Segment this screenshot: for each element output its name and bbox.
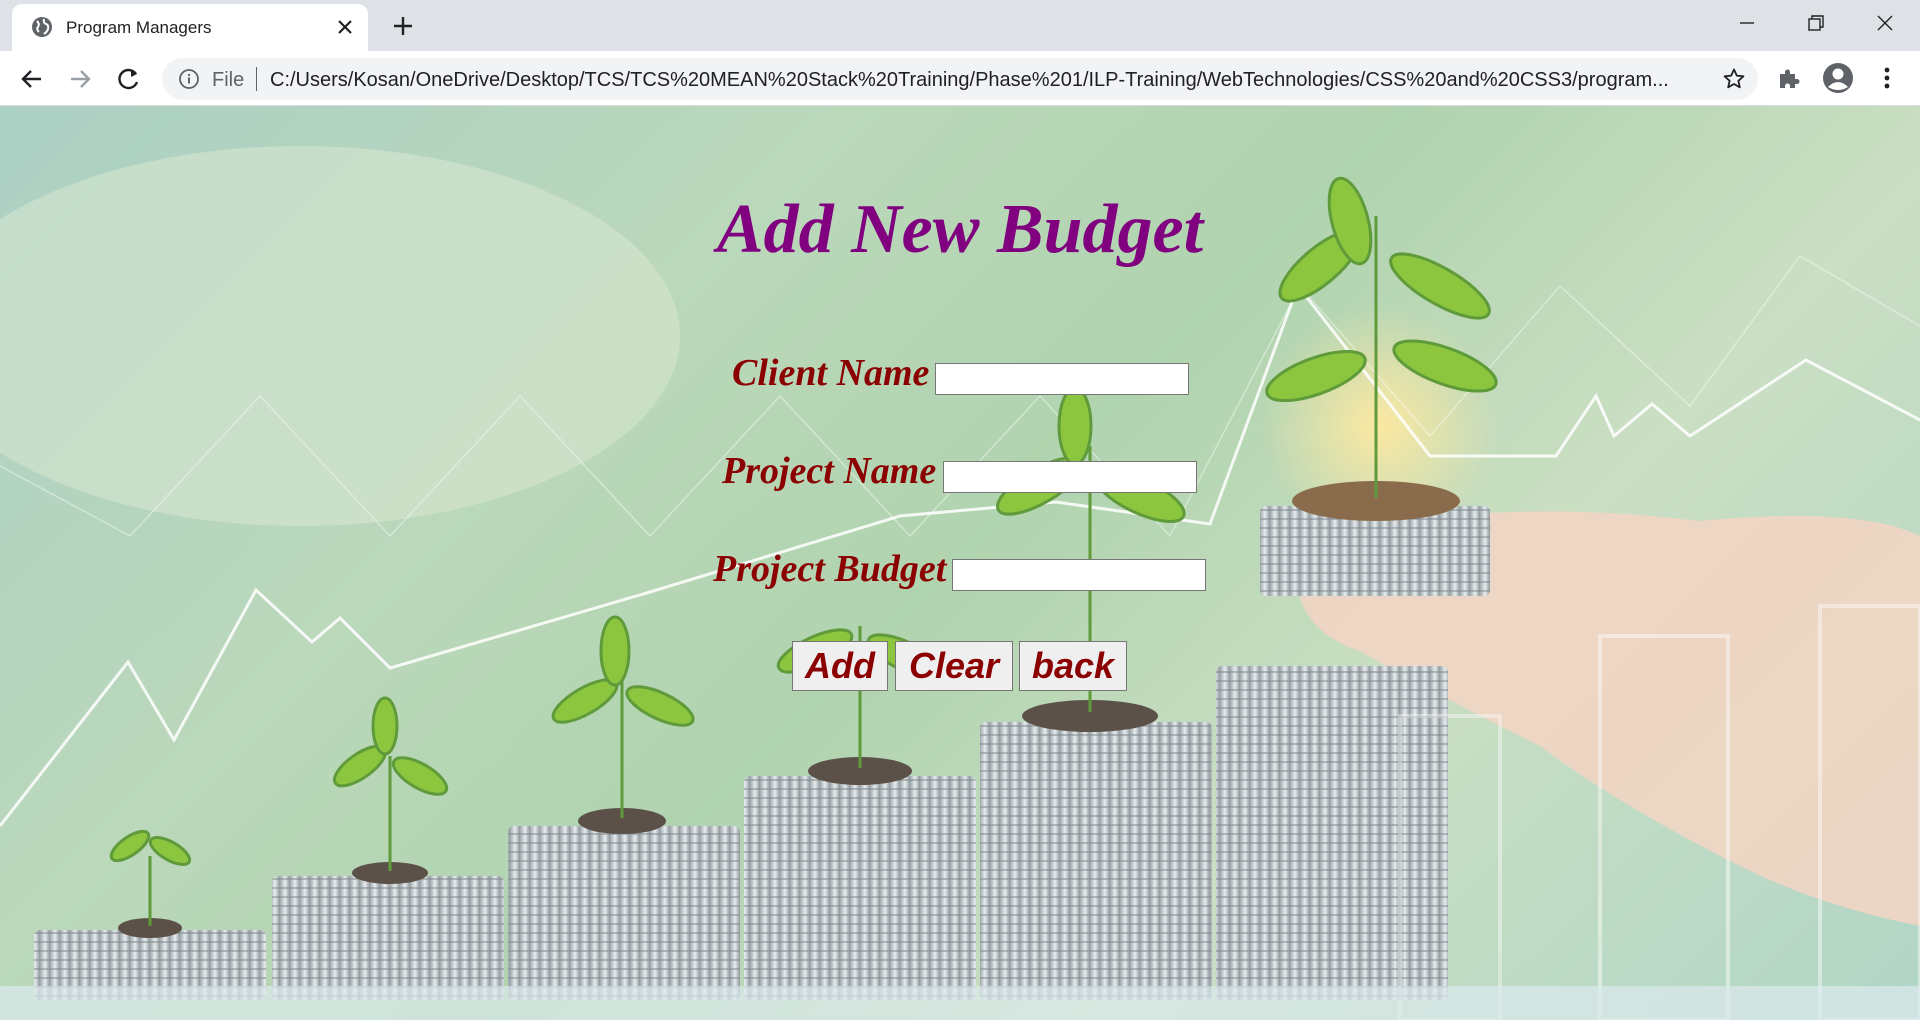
reload-icon[interactable] bbox=[112, 63, 144, 95]
project-name-input[interactable] bbox=[943, 461, 1197, 493]
address-divider bbox=[256, 67, 257, 91]
info-icon[interactable] bbox=[178, 68, 200, 90]
address-bar[interactable]: File C:/Users/Kosan/OneDrive/Desktop/TCS… bbox=[162, 58, 1758, 100]
page-title: Add New Budget bbox=[716, 191, 1204, 268]
project-budget-row: Project Budget bbox=[0, 547, 1920, 591]
back-arrow-icon[interactable] bbox=[16, 63, 48, 95]
client-name-label: Client Name bbox=[732, 352, 930, 394]
minimize-icon[interactable] bbox=[1724, 8, 1770, 38]
forward-arrow-icon[interactable] bbox=[64, 63, 96, 95]
plus-icon[interactable] bbox=[390, 13, 416, 39]
close-icon[interactable] bbox=[334, 16, 356, 38]
account-icon[interactable] bbox=[1822, 62, 1854, 94]
browser-tab[interactable]: Program Managers bbox=[12, 4, 368, 51]
page-viewport: Add New Budget Client Name Project Name … bbox=[0, 106, 1920, 1020]
client-name-row: Client Name bbox=[0, 351, 1920, 395]
project-budget-label: Project Budget bbox=[713, 548, 947, 590]
project-name-label: Project Name bbox=[722, 450, 937, 492]
puzzle-icon[interactable] bbox=[1776, 65, 1802, 91]
scheme-label: File bbox=[212, 69, 245, 91]
url-text[interactable]: C:/Users/Kosan/OneDrive/Desktop/TCS/TCS%… bbox=[270, 69, 1710, 92]
restore-icon[interactable] bbox=[1792, 8, 1838, 38]
globe-icon bbox=[32, 17, 52, 37]
add-button[interactable]: Add bbox=[792, 641, 888, 691]
back-button[interactable]: back bbox=[1019, 641, 1127, 691]
tab-strip: Program Managers bbox=[0, 0, 1920, 51]
clear-button[interactable]: Clear bbox=[895, 641, 1013, 691]
kebab-menu-icon[interactable] bbox=[1874, 64, 1900, 92]
client-name-input[interactable] bbox=[935, 363, 1189, 395]
project-name-row: Project Name bbox=[0, 449, 1920, 493]
tab-title: Program Managers bbox=[66, 18, 212, 37]
star-icon[interactable] bbox=[1722, 67, 1746, 91]
project-budget-input[interactable] bbox=[952, 559, 1206, 591]
window-close-icon[interactable] bbox=[1862, 8, 1908, 38]
browser-toolbar: File C:/Users/Kosan/OneDrive/Desktop/TCS… bbox=[0, 51, 1920, 106]
